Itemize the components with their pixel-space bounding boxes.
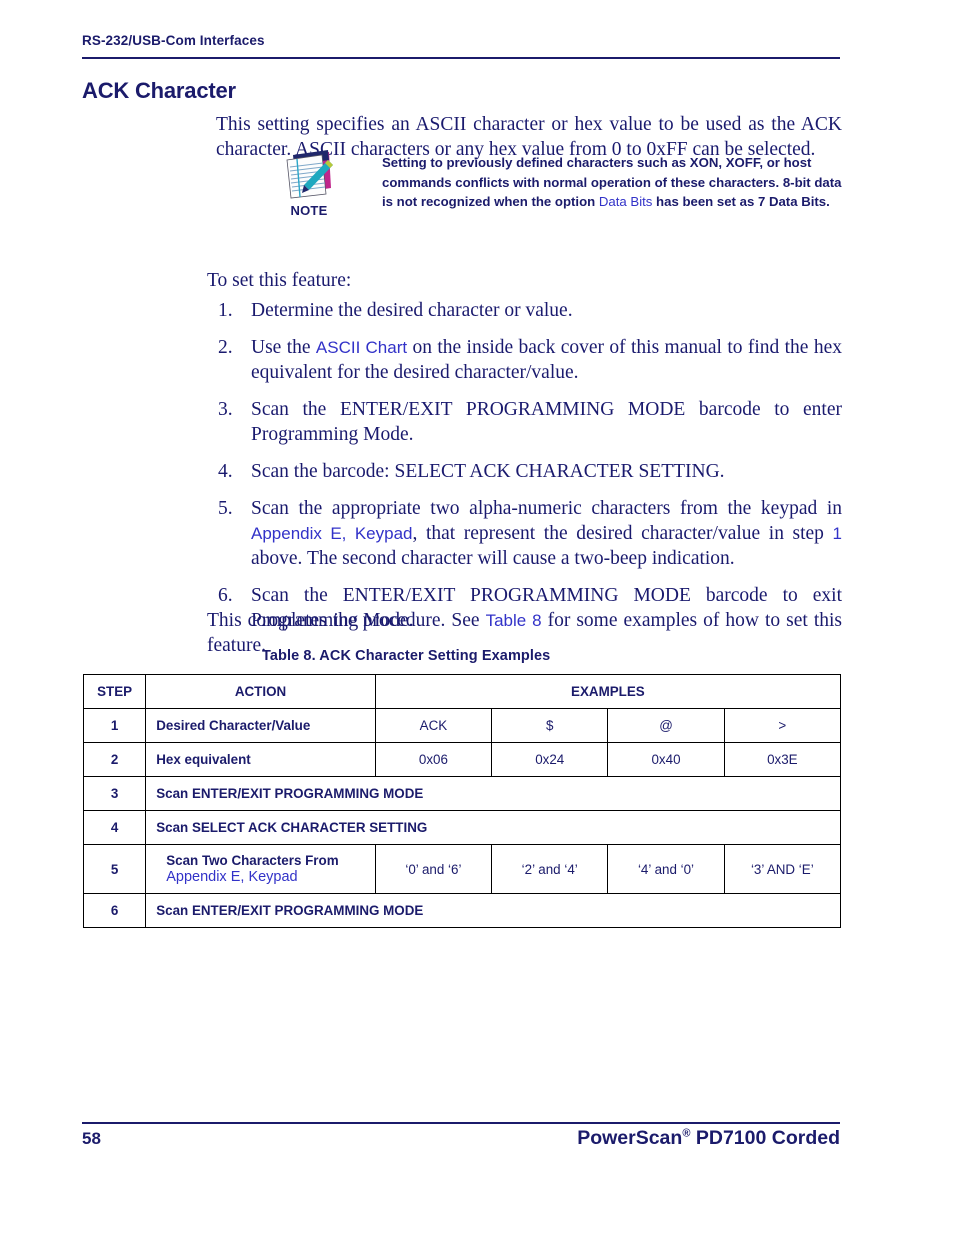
table-row: 4 Scan SELECT ACK CHARACTER SETTING xyxy=(82,810,841,845)
header-cell-examples: EXAMPLES xyxy=(374,674,842,709)
step-1-link[interactable]: 1 xyxy=(833,524,842,543)
closing-part1: This completes the procedure. See xyxy=(207,609,486,631)
cell-step: 5 xyxy=(82,844,147,894)
table-row: 1 Desired Character/Value ACK $ @ > xyxy=(82,708,842,743)
cell-example: 0x06 xyxy=(374,742,493,777)
step-text: Scan the barcode: SELECT ACK CHARACTER S… xyxy=(251,461,725,482)
note-text-part2: has been set as 7 Data Bits. xyxy=(652,194,830,209)
cell-example: ACK xyxy=(374,708,493,743)
cell-action: Scan ENTER/EXIT PROGRAMMING MODE xyxy=(145,893,841,928)
page-title: ACK Character xyxy=(82,77,236,103)
table-row: 6 Scan ENTER/EXIT PROGRAMMING MODE xyxy=(82,893,841,928)
cell-action: Scan Two Characters From Appendix E, Key… xyxy=(145,844,376,894)
cell-example: @ xyxy=(607,708,725,743)
step-text-part3: above. The second character will cause a… xyxy=(251,548,735,569)
notepad-pen-icon xyxy=(286,150,333,199)
table-row: 3 Scan ENTER/EXIT PROGRAMMING MODE xyxy=(82,776,841,811)
cell-action: Scan ENTER/EXIT PROGRAMMING MODE xyxy=(145,776,841,811)
cell-example: ‘2’ and ‘4’ xyxy=(491,844,609,894)
lead-in-text: To set this feature: xyxy=(207,270,352,291)
list-item: 2. Use the ASCII Chart on the inside back… xyxy=(207,335,842,385)
cell-step: 4 xyxy=(82,810,147,845)
cell-example: ‘4’ and ‘0’ xyxy=(607,844,725,894)
cell-action: Scan SELECT ACK CHARACTER SETTING xyxy=(145,810,841,845)
footer-page-number: 58 xyxy=(82,1129,101,1148)
note-icon-wrap: NOTE xyxy=(276,148,342,218)
cell-step: 1 xyxy=(82,708,147,743)
cell-example: 0x24 xyxy=(491,742,609,777)
cell-action-inner: Scan Two Characters From Appendix E, Key… xyxy=(156,849,375,889)
list-item: 5. Scan the appropriate two alpha-numeric… xyxy=(207,496,842,571)
cell-example: ‘3’ AND ‘E’ xyxy=(723,844,842,894)
appendix-e-keypad-link[interactable]: Appendix E, Keypad xyxy=(166,869,375,885)
step-number: 2. xyxy=(218,337,233,358)
step-text-part1: Use the xyxy=(251,337,316,358)
cell-example: 0x3E xyxy=(723,742,842,777)
step-number: 1. xyxy=(218,300,233,321)
step-text-part2: , that represent the desired character/v… xyxy=(412,523,833,544)
appendix-e-keypad-link[interactable]: Appendix E, Keypad xyxy=(251,524,412,543)
step-text: Determine the desired character or value… xyxy=(251,300,573,321)
list-item: 3. Scan the ENTER/EXIT PROGRAMMING MODE b… xyxy=(207,397,842,447)
step-number: 6. xyxy=(218,585,233,606)
cell-example: ‘0’ and ‘6’ xyxy=(374,844,493,894)
note-label: NOTE xyxy=(290,203,328,218)
step-number: 3. xyxy=(218,399,233,420)
list-item: 4. Scan the barcode: SELECT ACK CHARACTER… xyxy=(207,459,842,484)
running-header: RS-232/USB-Com Interfaces xyxy=(82,33,265,48)
note-text: Setting to previously defined characters… xyxy=(382,153,842,212)
steps-list: 1. Determine the desired character or val… xyxy=(207,298,842,633)
data-bits-link[interactable]: Data Bits xyxy=(599,194,653,209)
table-row: 5 Scan Two Characters From Appendix E, K… xyxy=(82,844,842,894)
cell-step: 2 xyxy=(82,742,147,777)
cell-example: 0x40 xyxy=(607,742,725,777)
step-text-part1: Scan the appropriate two alpha-numeric c… xyxy=(251,498,842,519)
footer-product-name: PowerScan xyxy=(577,1127,683,1149)
header-cell-step: STEP xyxy=(82,674,147,709)
list-item: 1. Determine the desired character or val… xyxy=(207,298,842,323)
table-header-row: STEP ACTION EXAMPLES xyxy=(82,674,842,709)
cell-example: $ xyxy=(491,708,609,743)
cell-action-text: Scan Two Characters From xyxy=(166,853,339,868)
step-number: 5. xyxy=(218,498,233,519)
step-number: 4. xyxy=(218,461,233,482)
cell-example: > xyxy=(723,708,842,743)
cell-action: Desired Character/Value xyxy=(145,708,376,743)
cell-step: 3 xyxy=(82,776,147,811)
ack-character-examples-table: STEP ACTION EXAMPLES 1 Desired Character… xyxy=(82,674,842,928)
document-page: RS-232/USB-Com Interfaces ACK Character … xyxy=(0,0,954,1235)
header-divider xyxy=(82,57,840,59)
table-row: 2 Hex equivalent 0x06 0x24 0x40 0x3E xyxy=(82,742,842,777)
ascii-chart-link[interactable]: ASCII Chart xyxy=(316,338,407,357)
header-cell-action: ACTION xyxy=(145,674,376,709)
footer-product-title: PowerScan® PD7100 Corded xyxy=(577,1127,840,1150)
step-text: Scan the ENTER/EXIT PROGRAMMING MODE bar… xyxy=(251,399,842,445)
footer-product-model: PD7100 Corded xyxy=(690,1127,840,1149)
cell-action: Hex equivalent xyxy=(145,742,376,777)
footer-divider xyxy=(82,1122,840,1124)
cell-step: 6 xyxy=(82,893,147,928)
table-caption: Table 8. ACK Character Setting Examples xyxy=(262,648,551,664)
table-8-link[interactable]: Table 8 xyxy=(486,611,542,630)
